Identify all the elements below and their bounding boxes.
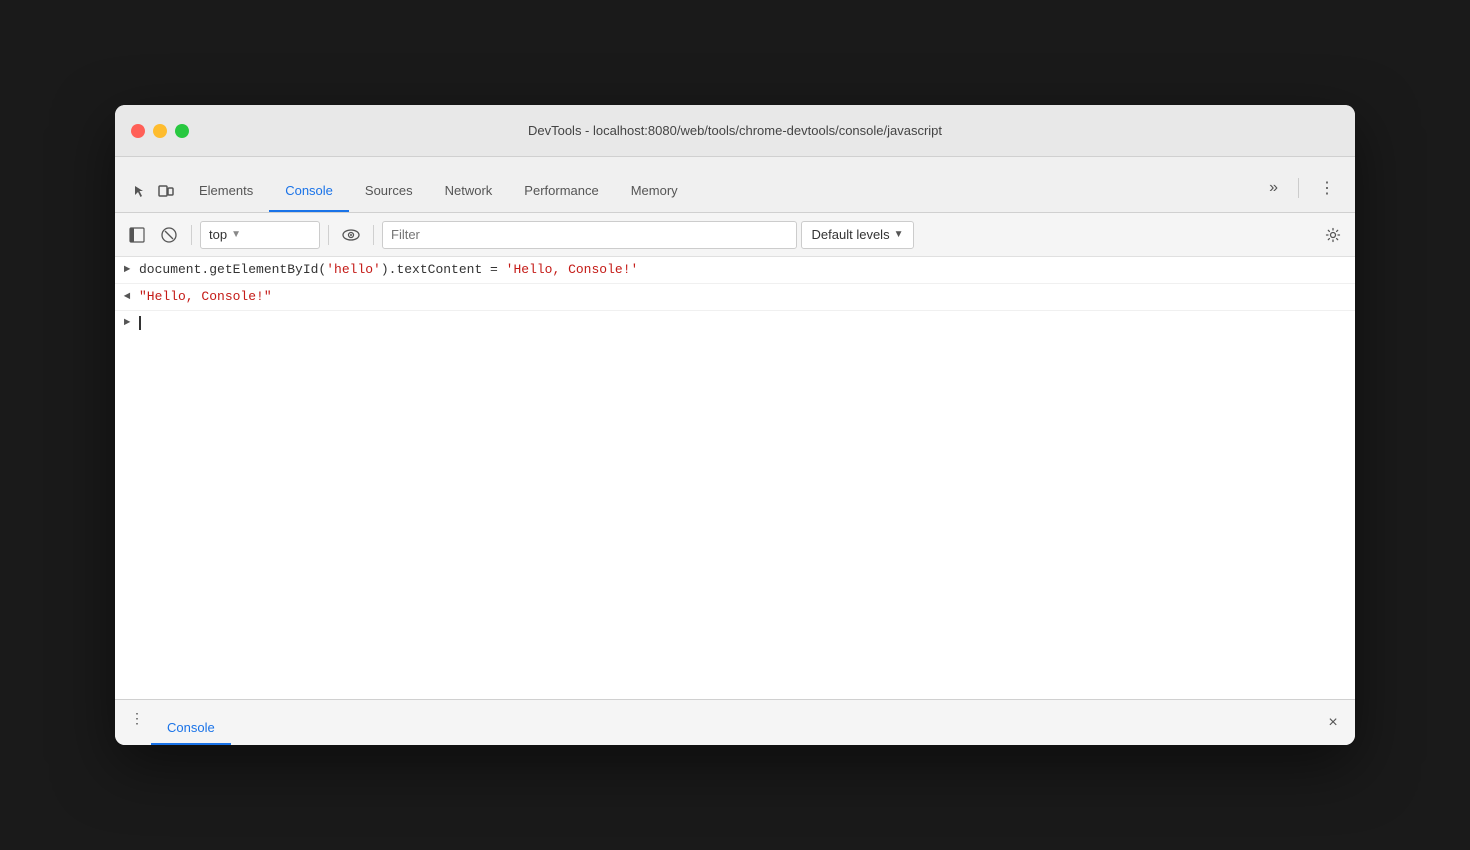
tab-console[interactable]: Console xyxy=(269,173,349,212)
filter-input[interactable] xyxy=(382,221,797,249)
toolbar-divider-1 xyxy=(191,225,192,245)
toolbar-divider-3 xyxy=(373,225,374,245)
settings-button[interactable] xyxy=(1319,221,1347,249)
line-2-content: "Hello, Console!" xyxy=(139,288,1347,306)
bottom-drawer: ⋮ Console × xyxy=(115,699,1355,745)
close-button[interactable] xyxy=(131,124,145,138)
drawer-right: × xyxy=(1319,700,1347,745)
drawer-tab-console[interactable]: Console xyxy=(151,700,231,745)
levels-arrow-icon: ▼ xyxy=(894,229,904,240)
traffic-lights xyxy=(131,124,189,138)
console-output: ► document.getElementById('hello').textC… xyxy=(115,257,1355,699)
drawer-tab-console-label: Console xyxy=(167,720,215,735)
sidebar-toggle-button[interactable] xyxy=(123,221,151,249)
tab-bar-icons xyxy=(123,182,183,212)
tabs: Elements Console Sources Network Perform… xyxy=(183,173,1257,212)
maximize-button[interactable] xyxy=(175,124,189,138)
string-hello: 'hello' xyxy=(326,262,381,277)
context-value: top xyxy=(209,227,227,242)
output-arrow-1: ◄ xyxy=(115,288,139,306)
context-selector[interactable]: top ▼ xyxy=(200,221,320,249)
log-levels-button[interactable]: Default levels ▼ xyxy=(801,221,915,249)
title-bar: DevTools - localhost:8080/web/tools/chro… xyxy=(115,105,1355,157)
tab-performance[interactable]: Performance xyxy=(508,173,614,212)
drawer-close-button[interactable]: × xyxy=(1319,709,1347,737)
toolbar-divider-2 xyxy=(328,225,329,245)
tab-menu-icon[interactable]: ⋮ xyxy=(1315,176,1339,200)
code-part-2: ).textContent = xyxy=(381,262,506,277)
drawer-tabs: Console xyxy=(151,700,231,745)
tab-elements[interactable]: Elements xyxy=(183,173,269,212)
input-arrow-2: ► xyxy=(115,317,139,329)
context-arrow-icon: ▼ xyxy=(231,229,241,240)
input-arrow-1: ► xyxy=(115,261,139,279)
clear-console-button[interactable] xyxy=(155,221,183,249)
live-expression-button[interactable] xyxy=(337,221,365,249)
window-title: DevTools - localhost:8080/web/tools/chro… xyxy=(528,123,942,138)
device-icon[interactable] xyxy=(157,182,175,200)
levels-label: Default levels xyxy=(812,227,890,242)
tab-divider xyxy=(1298,178,1299,198)
console-toolbar: top ▼ Default levels ▼ xyxy=(115,213,1355,257)
more-tabs-icon[interactable]: » xyxy=(1265,177,1282,199)
code-part-1: document.getElementById( xyxy=(139,262,326,277)
minimize-button[interactable] xyxy=(153,124,167,138)
tab-bar-right: » ⋮ xyxy=(1257,176,1347,212)
devtools-window: DevTools - localhost:8080/web/tools/chro… xyxy=(115,105,1355,745)
tab-bar: Elements Console Sources Network Perform… xyxy=(115,157,1355,213)
close-icon: × xyxy=(1328,714,1337,732)
inspect-icon[interactable] xyxy=(131,182,149,200)
console-line-1: ► document.getElementById('hello').textC… xyxy=(115,257,1355,284)
text-cursor xyxy=(139,316,141,330)
drawer-menu-icon[interactable]: ⋮ xyxy=(123,700,151,736)
string-hello-console: 'Hello, Console!' xyxy=(506,262,639,277)
tab-memory[interactable]: Memory xyxy=(615,173,694,212)
console-line-2: ◄ "Hello, Console!" xyxy=(115,284,1355,311)
output-value: "Hello, Console!" xyxy=(139,289,272,304)
console-input-line[interactable]: ► xyxy=(115,311,1355,335)
line-1-content[interactable]: document.getElementById('hello').textCon… xyxy=(139,261,1347,279)
tab-sources[interactable]: Sources xyxy=(349,173,429,212)
tab-network[interactable]: Network xyxy=(429,173,509,212)
